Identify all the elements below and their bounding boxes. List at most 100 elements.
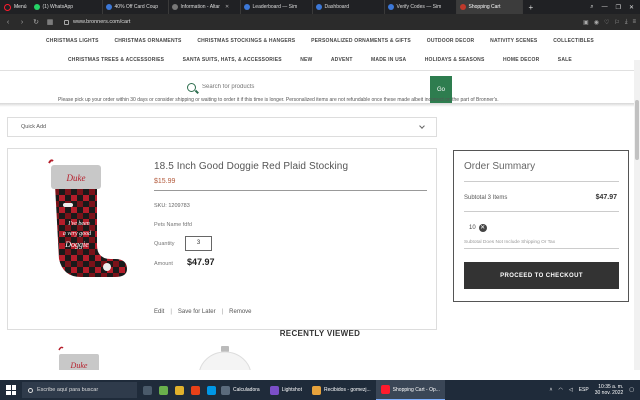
- recent-ornament-image[interactable]: [195, 344, 255, 370]
- stocking-text-1: I've been: [67, 221, 89, 227]
- main-nav-row-2: CHRISTMAS TREES & ACCESSORIES SANTA SUIT…: [0, 57, 640, 63]
- notifications-icon[interactable]: ▢: [629, 387, 634, 393]
- close-window-icon[interactable]: ✕: [629, 4, 634, 11]
- product-price: $15.99: [154, 178, 176, 185]
- tab-verify-codes[interactable]: Verify Codes — Sim: [385, 0, 457, 14]
- tray-chevron-icon[interactable]: ˄: [550, 387, 553, 393]
- nav-christmas-ornaments[interactable]: CHRISTMAS ORNAMENTS: [114, 38, 181, 44]
- taskbar-pinned: [143, 385, 216, 395]
- chrome-icon: [311, 385, 321, 395]
- tab-shopping-cart[interactable]: Shopping Cart: [456, 0, 523, 14]
- scrollbar-thumb[interactable]: [635, 100, 639, 160]
- nav-nativity-scenes[interactable]: NATIVITY SCENES: [490, 38, 537, 44]
- search-icon: [28, 387, 33, 393]
- url-field[interactable]: www.bronners.com/cart: [60, 16, 577, 28]
- taskbar-app-lightshot[interactable]: Lightshot: [265, 380, 307, 400]
- proceed-to-checkout-button[interactable]: PROCEED TO CHECKOUT: [464, 262, 619, 289]
- nav-divider: [0, 70, 640, 71]
- tab-leaderboard[interactable]: Leaderboard — Sim: [241, 0, 313, 14]
- browser-menu-button[interactable]: Menú: [0, 0, 31, 14]
- close-icon[interactable]: ✕: [478, 224, 487, 232]
- lightshot-icon: [269, 385, 279, 395]
- taskbar-app-label: Shopping Cart - Op...: [392, 386, 440, 393]
- nav-christmas-lights[interactable]: CHRISTMAS LIGHTS: [46, 38, 99, 44]
- language-indicator[interactable]: ESP: [579, 387, 589, 393]
- maximize-icon[interactable]: ❐: [616, 4, 621, 11]
- window-controls: ⌕ — ❐ ✕: [590, 4, 640, 11]
- page-scrollbar[interactable]: [634, 60, 640, 370]
- nav-holidays-seasons[interactable]: HOLIDAYS & SEASONS: [425, 57, 485, 63]
- search-input[interactable]: [202, 80, 430, 94]
- edit-link[interactable]: Edit: [154, 309, 164, 315]
- bookmark-icon[interactable]: ⚐: [614, 19, 619, 26]
- recent-stocking-name: Duke: [70, 361, 88, 370]
- browser-menu-label: Menú: [14, 4, 27, 10]
- tab-close-icon[interactable]: ✕: [225, 4, 229, 10]
- pets-name-label: Pets Name: [154, 222, 182, 228]
- nav-collectibles[interactable]: COLLECTIBLES: [553, 38, 594, 44]
- wifi-icon[interactable]: ◠: [558, 387, 562, 393]
- tab-label: Leaderboard — Sim: [252, 4, 298, 10]
- stocking-product-image[interactable]: Duke I've been a very good Doggie: [41, 159, 131, 279]
- screen: Menú (1) WhatsApp 40% Off Card Coup Info…: [0, 0, 640, 400]
- opera-logo-icon: [4, 3, 11, 11]
- nav-outdoor-decor[interactable]: OUTDOOR DECOR: [427, 38, 475, 44]
- product-title[interactable]: 18.5 Inch Good Doggie Red Plaid Stocking: [154, 161, 348, 172]
- stocking-name-text: Duke: [66, 173, 86, 183]
- summary-divider: [464, 248, 619, 249]
- heart-icon[interactable]: ♡: [604, 19, 609, 26]
- nav-santa-suits[interactable]: SANTA SUITS, HATS, & ACCESSORIES: [183, 57, 282, 63]
- pets-name-value: fdfd: [182, 222, 192, 228]
- taskbar-search[interactable]: Escribe aquí para buscar: [22, 382, 137, 398]
- tab-information[interactable]: Information - Altar ✕: [169, 0, 241, 14]
- vpn-icon[interactable]: ▣: [583, 19, 589, 26]
- nav-advent[interactable]: ADVENT: [331, 57, 353, 63]
- tab-dashboard[interactable]: Dashboard: [313, 0, 385, 14]
- taskbar-app-mail[interactable]: Recibidos - gomezj...: [307, 380, 376, 400]
- taskbar-app-calculator[interactable]: Calculadora: [216, 380, 265, 400]
- system-clock[interactable]: 10:35 a. m. 30 nov. 2022: [595, 384, 624, 396]
- address-bar: ‹ › ↻ ▦ www.bronners.com/cart ▣ ◉ ♡ ⚐ ⤓ …: [0, 14, 640, 30]
- summary-divider: [464, 211, 619, 212]
- tab-coupon[interactable]: 40% Off Card Coup: [103, 0, 169, 14]
- camera-icon[interactable]: ◉: [594, 19, 599, 26]
- nav-new[interactable]: NEW: [300, 57, 312, 63]
- task-view-icon[interactable]: [143, 385, 152, 395]
- search-tabs-icon[interactable]: ⌕: [590, 4, 593, 11]
- windows-start-icon[interactable]: [6, 385, 16, 395]
- tab-whatsapp[interactable]: (1) WhatsApp: [31, 0, 103, 14]
- menu-icon[interactable]: ≡: [632, 19, 636, 26]
- nav-sale[interactable]: SALE: [558, 57, 572, 63]
- taskbar-app-label: Lightshot: [281, 387, 302, 393]
- reload-icon[interactable]: ↻: [32, 18, 40, 26]
- remove-link[interactable]: Remove: [229, 309, 251, 315]
- windows-taskbar: Escribe aquí para buscar Calculadora Lig…: [0, 380, 640, 400]
- download-icon[interactable]: ⤓: [625, 19, 628, 26]
- amount-value: $47.97: [187, 257, 215, 267]
- recent-stocking-image[interactable]: Duke: [55, 346, 105, 370]
- search-icon: [187, 82, 196, 92]
- weather-icon[interactable]: [159, 385, 168, 395]
- save-for-later-link[interactable]: Save for Later: [178, 309, 216, 315]
- volume-icon[interactable]: ◁: [569, 387, 573, 393]
- store-icon[interactable]: [207, 385, 216, 395]
- back-icon[interactable]: ‹: [4, 19, 12, 26]
- tab-label: Information - Altar: [180, 4, 220, 10]
- quantity-input[interactable]: 3: [185, 236, 212, 251]
- taskbar-search-placeholder: Escribe aquí para buscar: [37, 387, 99, 393]
- quick-add-dropdown[interactable]: Quick Add: [7, 117, 437, 137]
- opera-icon[interactable]: [191, 385, 200, 395]
- nav-christmas-trees[interactable]: CHRISTMAS TREES & ACCESSORIES: [68, 57, 164, 63]
- nav-made-in-usa[interactable]: MADE IN USA: [371, 57, 406, 63]
- nav-home-decor[interactable]: HOME DECOR: [503, 57, 539, 63]
- quick-add-label: Quick Add: [21, 124, 47, 130]
- site-favicon-icon: [105, 4, 112, 10]
- speed-dial-icon[interactable]: ▦: [46, 18, 54, 26]
- minimize-icon[interactable]: —: [602, 4, 608, 11]
- nav-personalized-ornaments[interactable]: PERSONALIZED ORNAMENTS & GIFTS: [311, 38, 411, 44]
- file-explorer-icon[interactable]: [175, 385, 184, 395]
- new-tab-button[interactable]: +: [523, 3, 540, 12]
- nav-christmas-stockings[interactable]: CHRISTMAS STOCKINGS & HANGERS: [197, 38, 295, 44]
- taskbar-app-opera[interactable]: Shopping Cart - Op...: [375, 380, 445, 400]
- forward-icon[interactable]: ›: [18, 19, 26, 26]
